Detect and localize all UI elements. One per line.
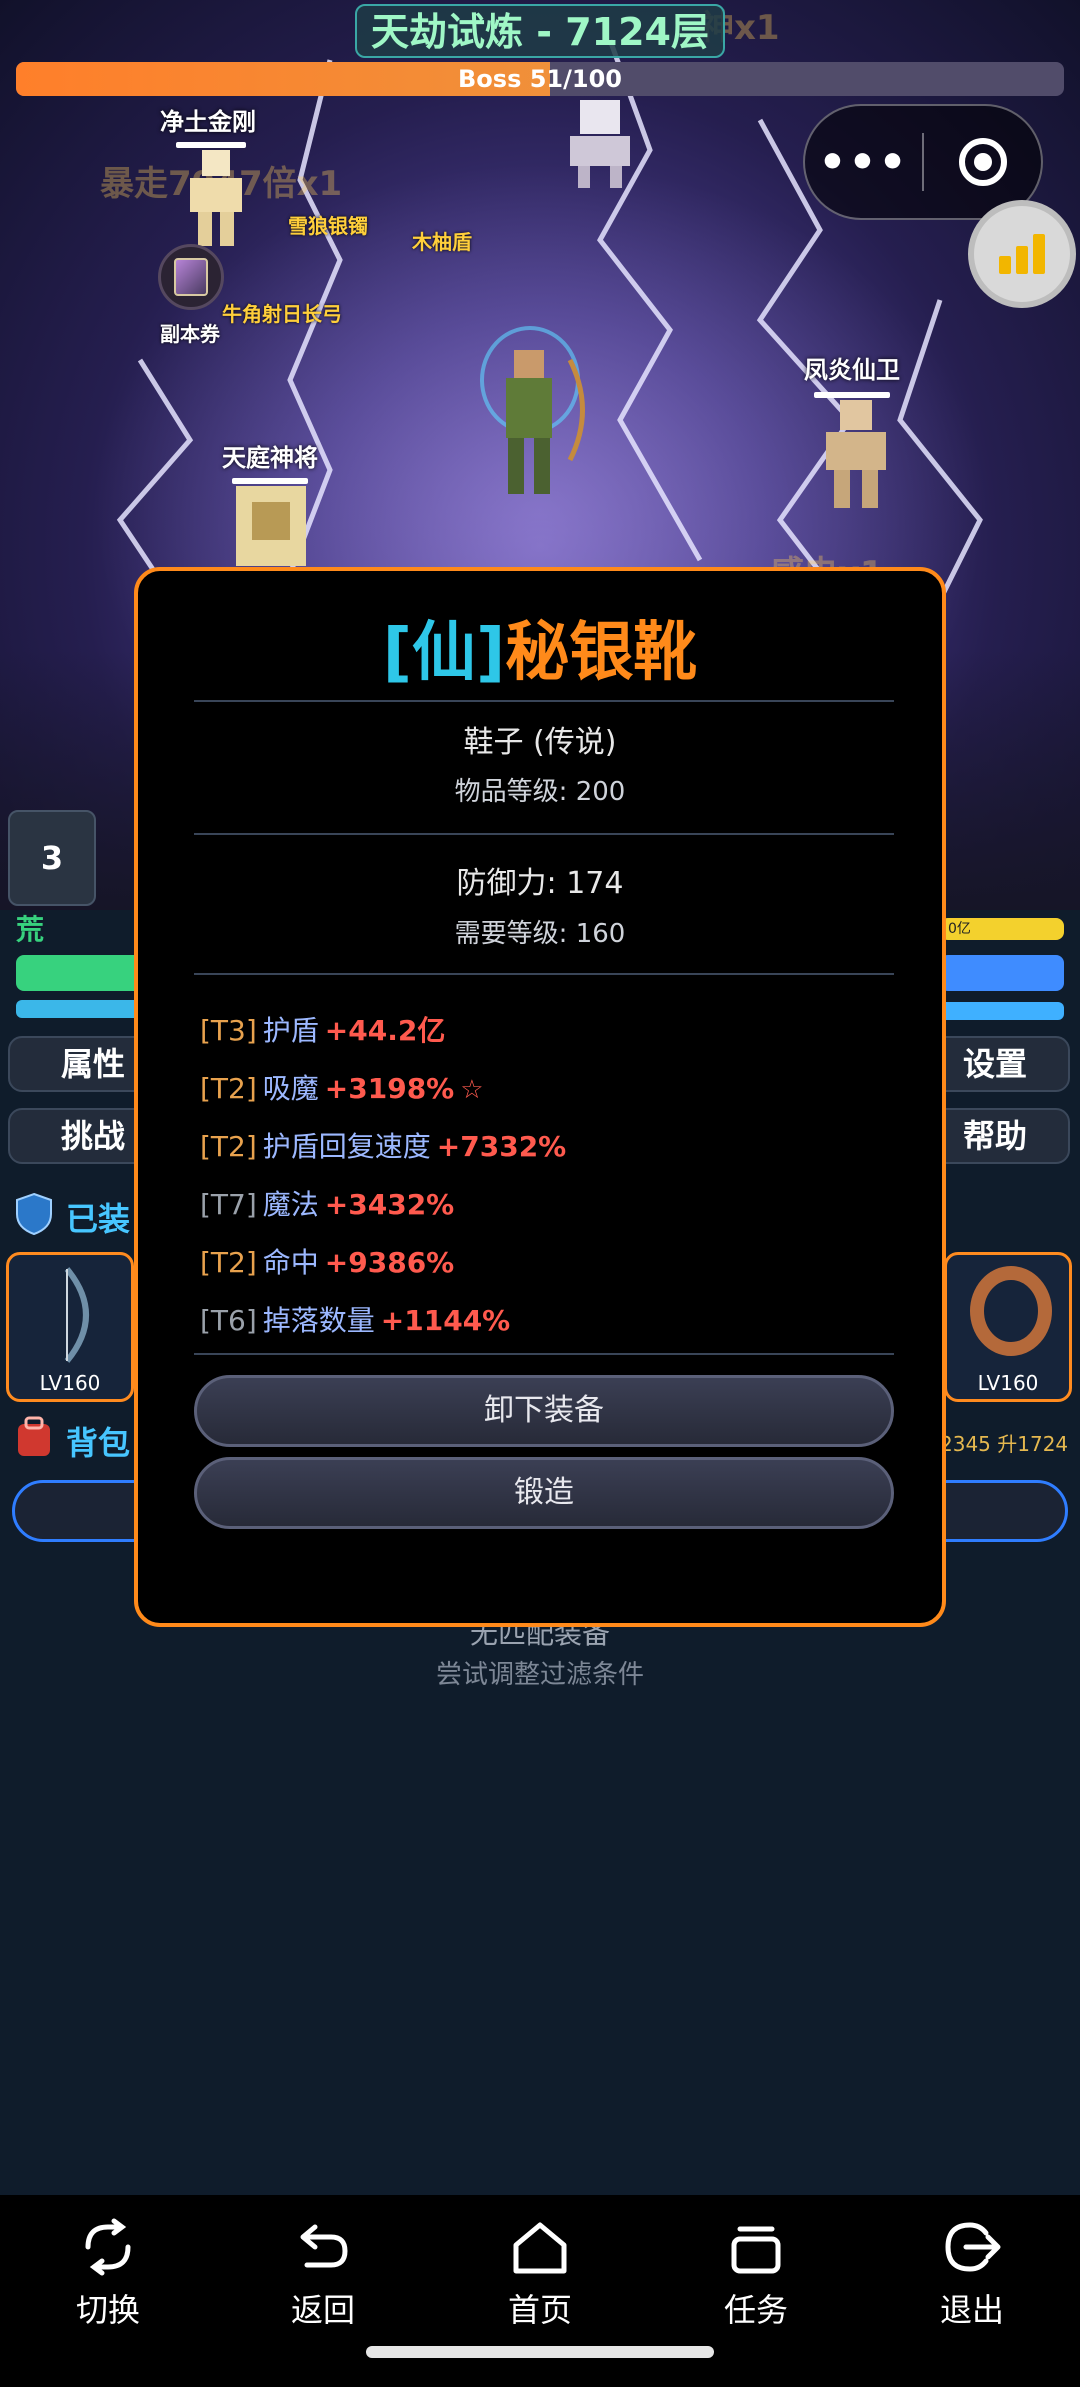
item-level: 物品等级: 200 — [454, 777, 626, 807]
enemy-hp-bar — [176, 142, 246, 148]
enemy-label-tianting: 天庭神将 — [222, 444, 318, 472]
stats-chart-icon[interactable] — [968, 200, 1076, 308]
affix-stat: 掉落数量 — [262, 1304, 375, 1337]
ring-icon — [970, 1266, 1052, 1356]
zone-badge: 荒 — [16, 913, 45, 946]
enemy-hp-bar — [814, 392, 890, 398]
gold-bar: 0亿 — [940, 918, 1064, 940]
equipped-bow-card[interactable]: LV160 — [6, 1252, 134, 1402]
enemy-fengyan[interactable] — [816, 400, 896, 510]
affix-tier: [T2] — [200, 1072, 257, 1105]
resource-counters: 2345 升1724 — [940, 1432, 1069, 1456]
forge-button[interactable]: 锻造 — [194, 1457, 894, 1529]
item-detail-modal: [仙]秘银靴 鞋子 (传说) 物品等级: 200 防御力: 174 需要等级: … — [134, 567, 946, 1627]
equipped-ring-level: LV160 — [977, 1371, 1039, 1395]
nav-home[interactable]: 首页 — [460, 2215, 620, 2331]
switch-icon — [85, 2218, 131, 2276]
exit-icon — [945, 2222, 1001, 2272]
affix-row: [T7] 魔法 +3432% — [200, 1183, 460, 1223]
back-icon — [300, 2224, 348, 2268]
nav-home-label: 首页 — [507, 2291, 572, 2329]
shield-bar — [940, 955, 1064, 991]
affix-stat: 护盾回复速度 — [262, 1130, 431, 1163]
affix-value: +3198% — [324, 1072, 455, 1105]
hp-bar — [16, 955, 146, 991]
bow-icon — [64, 1267, 89, 1363]
drop-label-xuelang[interactable]: 雪狼银镯 — [288, 210, 368, 239]
affix-tier: [T6] — [200, 1304, 257, 1337]
equipped-ring-card[interactable]: LV160 — [944, 1252, 1072, 1402]
divider — [194, 700, 894, 702]
drop-label-muyou[interactable]: 木柚盾 — [412, 226, 472, 255]
affix-value: +3432% — [324, 1188, 455, 1221]
backpack-icon — [18, 1416, 50, 1456]
unequip-button[interactable]: 卸下装备 — [194, 1375, 894, 1447]
affix-tier: [T2] — [200, 1246, 257, 1279]
enemy-hp-bar — [232, 478, 308, 484]
affix-value: +1144% — [380, 1304, 511, 1337]
empty-hint: 尝试调整过滤条件 — [435, 1660, 644, 1690]
affix-row: [T6] 掉落数量 +1144% — [200, 1299, 516, 1339]
affix-row: [T3] 护盾 +44.2亿 — [200, 1009, 451, 1049]
item-name: 秘银靴 — [505, 616, 698, 690]
equipped-bow-level: LV160 — [39, 1371, 101, 1395]
affix-row: [T2] 命中 +9386% — [200, 1241, 460, 1281]
drop-label-niujiao[interactable]: 牛角射日长弓 — [222, 298, 342, 327]
affix-stat: 命中 — [262, 1246, 319, 1279]
divider — [194, 833, 894, 835]
divider — [194, 973, 894, 975]
affix-value: +9386% — [324, 1246, 455, 1279]
tasks-icon — [731, 2226, 781, 2274]
close-miniprogram-icon[interactable] — [924, 138, 1041, 186]
item-title: [仙]秘银靴 — [138, 601, 942, 693]
required-level: 需要等级: 160 — [454, 919, 626, 949]
item-rarity-tag: [仙] — [382, 616, 506, 690]
home-indicator[interactable] — [366, 2346, 714, 2358]
nav-back[interactable]: 返回 — [243, 2215, 403, 2331]
enemy-tianting[interactable] — [236, 486, 306, 566]
nav-switch[interactable]: 切换 — [28, 2215, 188, 2331]
affix-stat: 吸魔 — [262, 1072, 319, 1105]
enemy-jingtu[interactable] — [176, 150, 256, 250]
affix-row: [T2] 吸魔 +3198% ☆ — [200, 1067, 484, 1107]
affix-value: +44.2亿 — [324, 1014, 446, 1047]
divider — [194, 1353, 894, 1355]
item-type: 鞋子 (传说) — [463, 725, 617, 760]
nav-back-label: 返回 — [290, 2291, 355, 2329]
affix-stat: 魔法 — [262, 1188, 319, 1221]
enemy-top[interactable] — [560, 100, 640, 190]
nav-tasks[interactable]: 任务 — [676, 2215, 836, 2331]
affix-tier: [T7] — [200, 1188, 257, 1221]
nav-exit[interactable]: 退出 — [892, 2215, 1052, 2331]
boss-progress-bar: Boss 51/100 — [16, 62, 1064, 96]
stage-title: 天劫试炼 - 7124层 — [355, 4, 725, 58]
affix-row: [T2] 护盾回复速度 +7332% — [200, 1125, 572, 1165]
more-icon[interactable]: ••• — [805, 137, 922, 188]
bottom-navigation: 切换 返回 首页 任务 退出 — [0, 2195, 1080, 2387]
nav-switch-label: 切换 — [75, 2291, 140, 2329]
exp-bar — [940, 1002, 1064, 1020]
nav-tasks-label: 任务 — [723, 2291, 788, 2329]
mp-bar — [16, 1000, 146, 1018]
affix-value: +7332% — [436, 1130, 567, 1163]
boss-progress-text: Boss 51/100 — [458, 65, 622, 93]
ticket-icon[interactable] — [158, 244, 224, 310]
affix-tier: [T3] — [200, 1014, 257, 1047]
affix-star: ☆ — [460, 1075, 484, 1105]
hero-archer — [480, 326, 585, 494]
shield-icon — [16, 1192, 52, 1236]
enemy-label-fengyan: 凤炎仙卫 — [804, 356, 900, 384]
equipped-section-title: 已装 — [66, 1200, 131, 1238]
affix-stat: 护盾 — [262, 1014, 319, 1047]
skill-slot[interactable]: 3 — [8, 810, 96, 906]
backpack-section-title: 背包 — [66, 1424, 131, 1462]
drop-label-ticket[interactable]: 副本券 — [160, 318, 220, 347]
affix-tier: [T2] — [200, 1130, 257, 1163]
item-defense: 防御力: 174 — [456, 866, 624, 901]
home-icon — [513, 2222, 567, 2274]
nav-exit-label: 退出 — [939, 2291, 1004, 2329]
enemy-label-jingtu: 净土金刚 — [160, 108, 256, 136]
